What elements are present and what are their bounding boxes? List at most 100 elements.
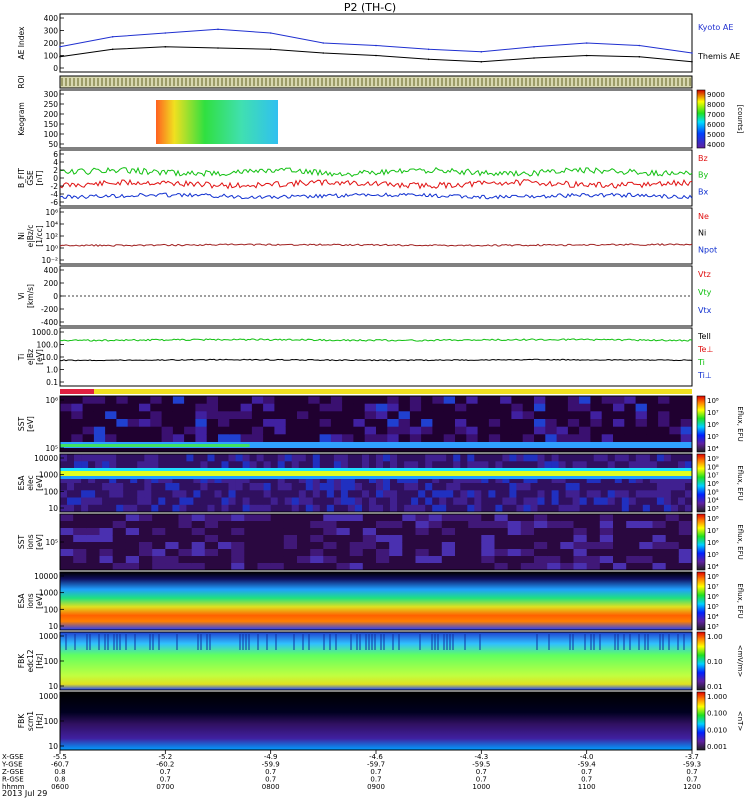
sst-i-cell [297, 542, 311, 550]
esa-e-cell [207, 504, 215, 513]
sst-i-cell [639, 535, 653, 543]
esa-e-cell [270, 497, 279, 506]
sst-e-cell [579, 396, 591, 405]
esa-e-cell [284, 504, 293, 513]
esa-e-cell [291, 454, 300, 462]
sst-i-cell [652, 563, 667, 571]
sst-e-cell [624, 403, 636, 412]
sst-i-cell [191, 542, 206, 550]
xaxis-tick-label: 0700 [156, 783, 174, 791]
esa-e-cell [628, 483, 637, 491]
ae-data-point [269, 48, 272, 51]
sst-i-cell [204, 549, 219, 557]
sst-i-cell [297, 514, 311, 522]
esa-e-cell [74, 461, 82, 469]
esa-e-cell [425, 490, 433, 498]
sst-i-cell [428, 514, 443, 522]
esa-e-cell [628, 461, 637, 469]
sst-i-cell [191, 556, 206, 564]
sst-i-cell [468, 563, 482, 571]
esa-e-cell [326, 454, 335, 462]
sst-e-cell [319, 411, 332, 420]
esa-e-cell [635, 461, 644, 469]
fbk-b-cbar-tick: 0.001 [707, 743, 727, 751]
esa-e-cell [649, 504, 658, 513]
sst-i-cell [125, 521, 140, 529]
sst-e-cell [556, 426, 569, 435]
keogram-cbar-tick: 5000 [707, 131, 725, 139]
sst-e-cell [545, 411, 557, 420]
keogram-ytick: 250 [44, 100, 59, 109]
sst-i-cell [231, 563, 245, 571]
sst-i-cell [73, 542, 87, 550]
esa-e-cell [284, 490, 293, 498]
esa-e-cell [362, 497, 370, 506]
fbk-b-spectrogram [60, 692, 692, 750]
temp-legend-item: Ti [697, 358, 705, 367]
sst-e-cell [398, 396, 411, 405]
sst-e-cell [658, 403, 670, 412]
ae-ytick: 400 [44, 14, 59, 23]
sst-i-cell [415, 556, 430, 564]
sst-i-cell [665, 549, 680, 557]
sst-e-cell [567, 411, 580, 420]
sst-i-cell [389, 542, 403, 550]
sst-e-cell [184, 426, 196, 435]
sst-i-cell [520, 556, 535, 564]
sst-i-cell [204, 563, 219, 571]
sst-e-cell [139, 403, 151, 412]
sst-e-cell [240, 419, 253, 428]
sst-e-cell [116, 396, 129, 405]
esa-e-band-2 [60, 471, 692, 476]
esa-e-cell [179, 497, 187, 506]
sst-i-cell [520, 549, 535, 557]
esa-e-cell [242, 483, 250, 491]
density-ytick: 10⁻² [41, 256, 58, 265]
sst-i-cell [112, 514, 127, 522]
esa-e-cell [369, 504, 377, 513]
sst-i-cell [534, 549, 548, 557]
sst-i-cell [73, 549, 87, 557]
density-ylabel: Ni [17, 232, 26, 240]
sst-i-cell [428, 549, 443, 557]
esa-e-cell [411, 504, 419, 513]
esa-e-cell [81, 461, 89, 469]
sst-e-cell [206, 403, 219, 412]
sst-i-cell [586, 521, 601, 529]
sst-e-cell [455, 411, 467, 420]
sst-e-cell [172, 403, 185, 412]
esa-e-cbar-tick: 10⁹ [707, 455, 719, 463]
sst-i-cell [652, 521, 667, 529]
sst-e-cell [500, 411, 512, 420]
esa-e-cell [354, 497, 363, 506]
sst-i-cell [428, 563, 443, 571]
sst-i-cell [191, 514, 206, 522]
esa-e-cell [663, 497, 672, 506]
esa-i-spectrogram [60, 572, 692, 630]
sst-e-cell [251, 419, 264, 428]
sst-i-cell [573, 549, 588, 557]
sst-e-cell [443, 419, 456, 428]
esa-e-cell [544, 497, 552, 506]
sst-e-cell [274, 419, 287, 428]
esa-e-cell [284, 461, 293, 469]
esa-e-cell [263, 504, 271, 513]
sst-i-cell [534, 521, 548, 529]
sst-i-cell [481, 556, 495, 564]
sst-i-cell [415, 549, 430, 557]
esa-e-cell [270, 504, 279, 513]
fbk-b-cbar-tick: 1.000 [707, 693, 727, 701]
esa-e-cell [362, 504, 370, 513]
esa-e-cell [383, 454, 391, 462]
sst-e-cell [82, 396, 95, 405]
esa-e-cell [249, 461, 257, 469]
esa-e-cell [60, 497, 68, 506]
esa-e-cell [502, 483, 510, 491]
esa-e-cell [439, 454, 447, 462]
sst-e-cell [522, 434, 535, 443]
sst-e-cell [184, 419, 196, 428]
sst-i-cell [60, 556, 74, 564]
esa-e-cell [235, 504, 243, 513]
velocity-ytick: 0 [53, 292, 58, 301]
esa-e-cell [432, 483, 440, 491]
